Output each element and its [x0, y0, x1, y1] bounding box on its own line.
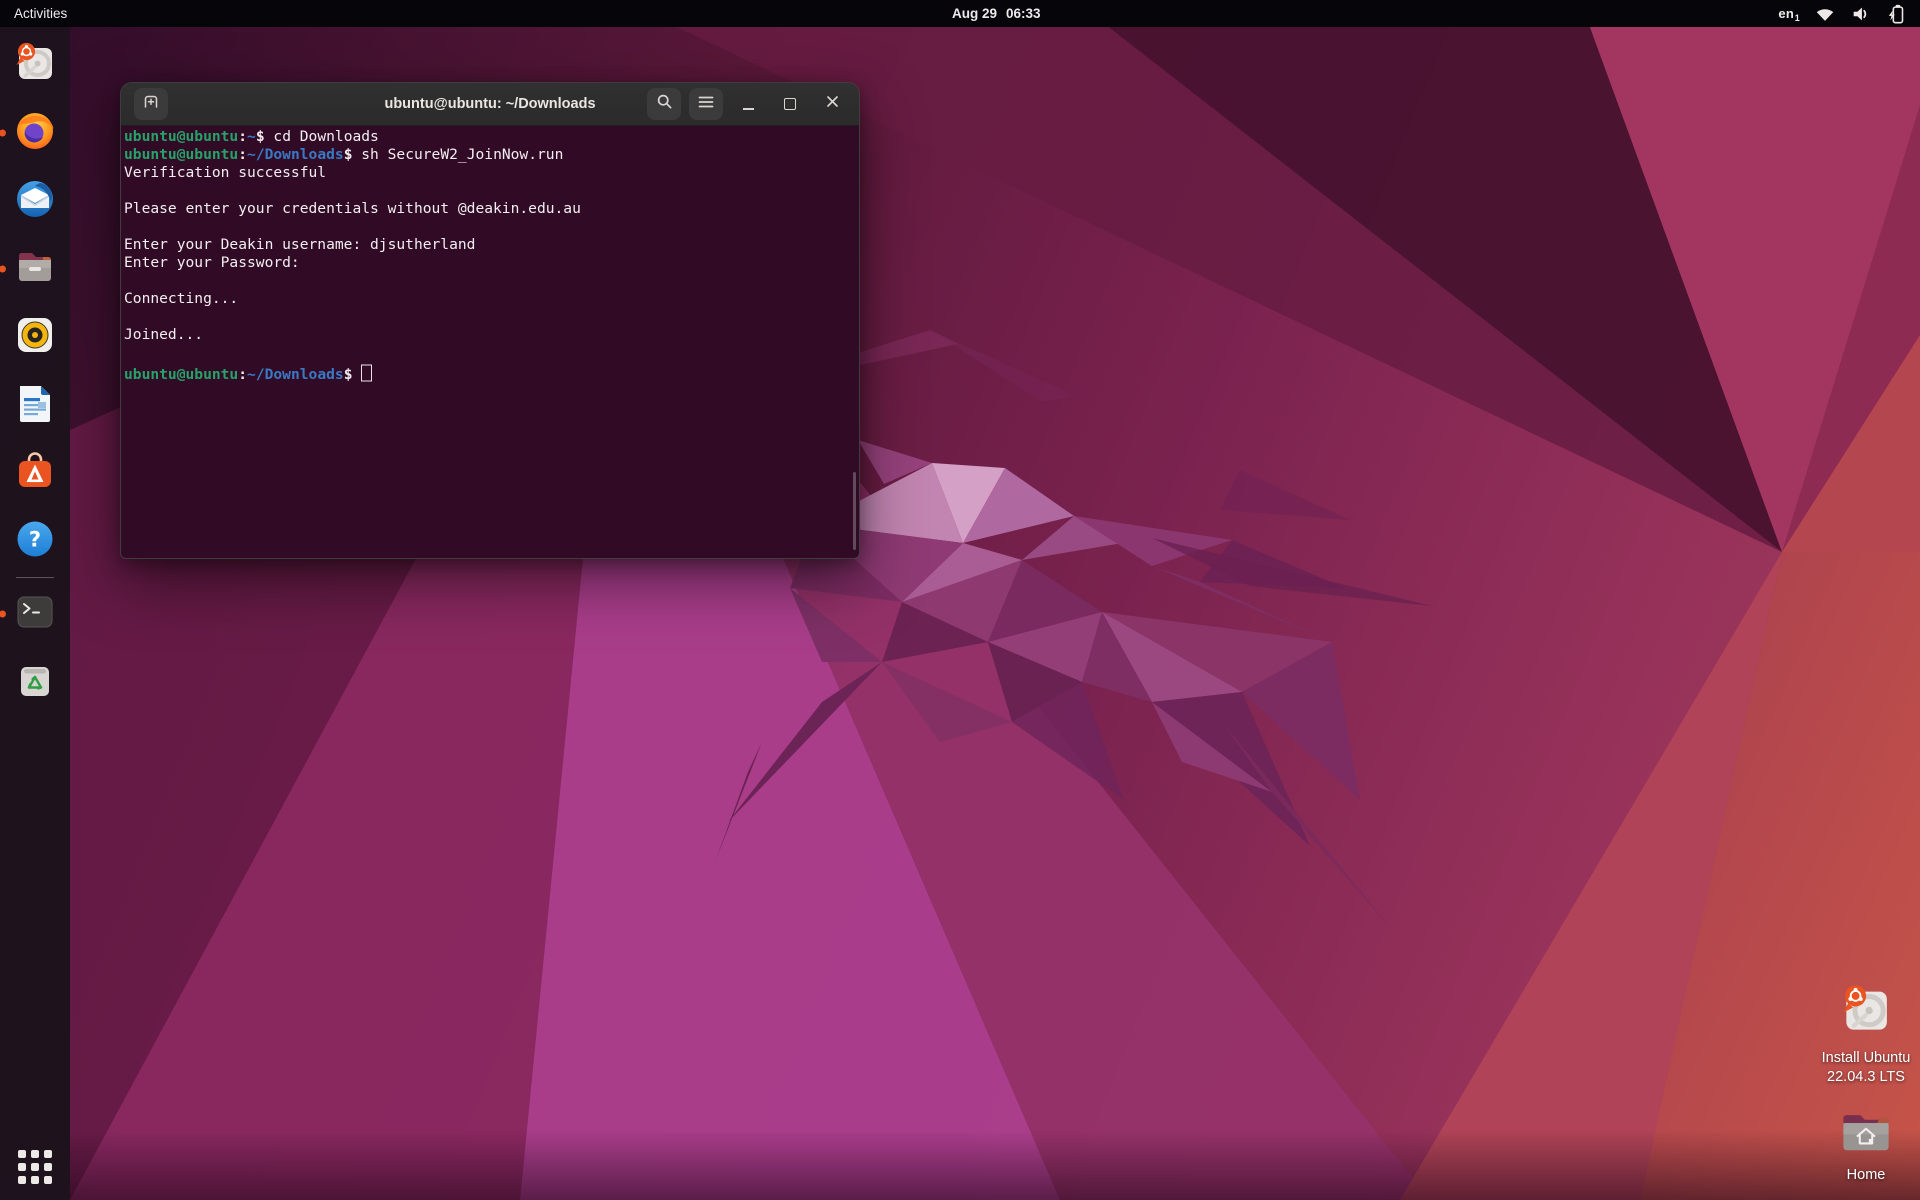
terminal-line: ubuntu@ubuntu:~$ cd Downloads	[124, 128, 859, 146]
menu-button[interactable]	[689, 88, 723, 120]
terminal-cursor	[361, 365, 372, 382]
terminal-text-segment: ubuntu@ubuntu	[124, 128, 238, 145]
keyboard-layout-index: 1	[1795, 13, 1800, 23]
terminal-text-segment: Enter your Deakin username: djsutherland	[124, 236, 475, 253]
running-indicator-dot	[0, 266, 6, 273]
trash-icon	[13, 658, 57, 707]
minimize-icon	[743, 108, 754, 110]
help-icon: ?	[13, 517, 57, 566]
terminal-scrollbar[interactable]	[853, 472, 856, 550]
clock-time: 06:33	[1006, 6, 1041, 21]
clock-button[interactable]: Aug 29 06:33	[952, 0, 1041, 27]
clock-date: Aug 29	[952, 6, 997, 21]
dock-item-rhythmbox[interactable]	[11, 313, 59, 361]
libreoffice-writer-icon	[13, 381, 57, 430]
terminal-text-segment: $	[256, 128, 265, 145]
terminal-line	[124, 272, 859, 290]
terminal-line: Please enter your credentials without @d…	[124, 200, 859, 218]
dock-item-files[interactable]	[11, 245, 59, 293]
terminal-line: Enter your Password:	[124, 254, 859, 272]
terminal-line: Verification successful	[124, 164, 859, 182]
install-ubuntu-disk-icon	[1839, 983, 1893, 1043]
terminal-line: ubuntu@ubuntu:~/Downloads$ sh SecureW2_J…	[124, 146, 859, 164]
terminal-text-segment: :	[238, 366, 247, 383]
battery-charging-icon[interactable]	[1886, 3, 1908, 25]
window-maximize-button[interactable]	[773, 88, 807, 120]
home-label: Home	[1847, 1166, 1886, 1185]
terminal-window: ubuntu@ubuntu: ~/Downloads	[120, 82, 860, 559]
maximize-icon	[784, 98, 796, 110]
running-indicator-dot	[0, 611, 6, 618]
terminal-titlebar[interactable]: ubuntu@ubuntu: ~/Downloads	[121, 83, 859, 126]
wifi-icon[interactable]	[1814, 4, 1836, 24]
terminal-text-segment: Connecting...	[124, 290, 238, 307]
rhythmbox-icon	[13, 313, 57, 362]
terminal-line: Enter your Deakin username: djsutherland	[124, 236, 859, 254]
activities-label: Activities	[14, 6, 67, 21]
desktop-icon-install-ubuntu[interactable]: Install Ubuntu 22.04.3 LTS	[1808, 983, 1920, 1087]
keyboard-layout-indicator[interactable]: en 1	[1778, 6, 1800, 21]
terminal-output[interactable]: ubuntu@ubuntu:~$ cd Downloadsubuntu@ubun…	[121, 126, 859, 558]
desktop-icon-home[interactable]: Home	[1808, 1108, 1920, 1185]
dock-item-libreoffice-writer[interactable]	[11, 381, 59, 429]
keyboard-layout-label: en	[1778, 6, 1794, 21]
terminal-text-segment: ~/Downloads	[247, 146, 344, 163]
files-icon	[13, 245, 57, 294]
top-bar: Activities Aug 29 06:33 en 1	[0, 0, 1920, 27]
terminal-text-segment: Joined...	[124, 326, 203, 343]
ubuntu-desktop: { "colors": { "accent": "#e95420", "topb…	[0, 0, 1920, 1200]
terminal-line	[124, 344, 859, 362]
dock-item-ubuntu-software[interactable]	[11, 449, 59, 497]
terminal-text-segment: cd Downloads	[265, 128, 379, 145]
terminal-line	[124, 308, 859, 326]
terminal-text-segment: :	[238, 128, 247, 145]
install-ubuntu-label-line1: Install Ubuntu	[1822, 1049, 1911, 1068]
terminal-line: Connecting...	[124, 290, 859, 308]
dock-item-terminal[interactable]	[11, 590, 59, 638]
terminal-line: ubuntu@ubuntu:~/Downloads$	[124, 362, 859, 380]
dock-divider	[16, 577, 54, 578]
search-button[interactable]	[647, 88, 681, 120]
terminal-line: Joined...	[124, 326, 859, 344]
terminal-line	[124, 182, 859, 200]
new-tab-icon	[142, 93, 160, 116]
search-icon	[656, 93, 673, 115]
ubuntu-software-icon	[13, 449, 57, 498]
show-applications-button[interactable]	[18, 1150, 52, 1184]
terminal-text-segment: ubuntu@ubuntu	[124, 366, 238, 383]
system-status-area[interactable]: en 1	[1778, 0, 1908, 27]
terminal-text-segment: Please enter your credentials without @d…	[124, 200, 581, 217]
dock: ?	[0, 27, 70, 1200]
firefox-icon	[13, 109, 57, 158]
terminal-icon	[13, 590, 57, 639]
hamburger-menu-icon	[698, 95, 714, 114]
terminal-text-segment: sh SecureW2_JoinNow.run	[352, 146, 563, 163]
activities-button[interactable]: Activities	[14, 0, 67, 27]
install-ubuntu-label-line2: 22.04.3 LTS	[1827, 1068, 1905, 1087]
thunderbird-icon	[13, 177, 57, 226]
terminal-text-segment: ~	[247, 128, 256, 145]
close-icon	[826, 95, 839, 113]
dock-item-ubuntu-installer[interactable]	[11, 41, 59, 89]
window-minimize-button[interactable]	[731, 88, 765, 120]
terminal-text-segment: ubuntu@ubuntu	[124, 146, 238, 163]
terminal-text-segment: ~/Downloads	[247, 366, 344, 383]
dock-item-help[interactable]: ?	[11, 517, 59, 565]
dock-item-thunderbird[interactable]	[11, 177, 59, 225]
terminal-text-segment: :	[238, 146, 247, 163]
terminal-text-segment	[352, 366, 361, 383]
window-close-button[interactable]	[815, 88, 849, 120]
running-indicator-dot	[0, 130, 6, 137]
terminal-text-segment: Verification successful	[124, 164, 326, 181]
new-tab-button[interactable]	[134, 88, 168, 120]
terminal-text-segment: Enter your Password:	[124, 254, 300, 271]
svg-text:?: ?	[29, 527, 41, 551]
volume-icon[interactable]	[1850, 4, 1872, 24]
terminal-line	[124, 218, 859, 236]
dock-item-trash[interactable]	[11, 658, 59, 706]
dock-item-firefox[interactable]	[11, 109, 59, 157]
home-folder-icon	[1840, 1108, 1892, 1160]
ubuntu-installer-icon	[13, 41, 57, 90]
